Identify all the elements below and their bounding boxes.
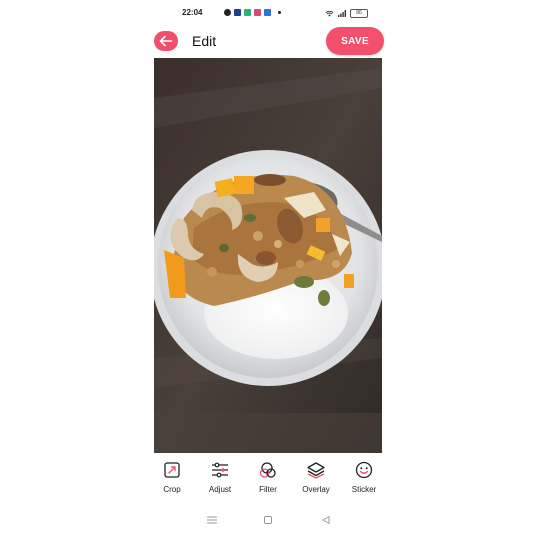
messenger-icon xyxy=(224,9,231,16)
yogurt-bowl-photo xyxy=(154,58,382,453)
crop-icon xyxy=(164,462,180,478)
battery-icon: 86 xyxy=(350,9,368,18)
sticker-smile-icon xyxy=(355,461,373,479)
app-notification-icon xyxy=(264,9,271,16)
adjust-tool-button[interactable]: Adjust xyxy=(197,460,243,504)
crop-tool-label: Crop xyxy=(163,485,181,494)
sticker-tool-label: Sticker xyxy=(351,485,377,494)
sticker-tool-button[interactable]: Sticker xyxy=(341,460,387,504)
status-time: 22:04 xyxy=(182,8,203,17)
menu-icon[interactable] xyxy=(206,515,218,525)
overlay-tool-button[interactable]: Overlay xyxy=(293,460,339,504)
system-navigation-bar xyxy=(148,508,388,532)
wifi-icon xyxy=(325,10,334,17)
photo-canvas[interactable] xyxy=(154,58,382,453)
status-bar: 22:04 86 xyxy=(148,6,388,24)
page-title: Edit xyxy=(192,33,217,49)
phone-screen: 22:04 86 Edit SAVE Crop Adjust Filter Ov… xyxy=(148,0,388,536)
notification-icons xyxy=(224,9,281,16)
overlay-tool-label: Overlay xyxy=(302,485,330,494)
shop-notification-icon xyxy=(254,9,261,16)
crop-tool-button[interactable]: Crop xyxy=(149,460,195,504)
filter-tool-button[interactable]: Filter xyxy=(245,460,291,504)
facebook-icon xyxy=(234,9,241,16)
arrow-left-icon xyxy=(159,35,173,47)
app-notification-icon xyxy=(244,9,251,16)
editor-header: Edit SAVE xyxy=(148,27,388,57)
adjust-sliders-icon xyxy=(212,462,228,478)
filter-tool-label: Filter xyxy=(259,485,277,494)
back-button[interactable] xyxy=(154,31,178,51)
save-button[interactable]: SAVE xyxy=(326,27,384,55)
adjust-tool-label: Adjust xyxy=(208,485,232,494)
filter-icon xyxy=(259,462,276,478)
home-square-icon[interactable] xyxy=(262,515,274,525)
edit-toolbar: Crop Adjust Filter Overlay Sticker xyxy=(148,460,388,504)
back-triangle-icon[interactable] xyxy=(320,515,332,525)
signal-icon xyxy=(338,10,346,17)
more-notifications-dot xyxy=(278,11,281,14)
status-indicators: 86 xyxy=(325,9,368,18)
overlay-layers-icon xyxy=(307,462,325,479)
